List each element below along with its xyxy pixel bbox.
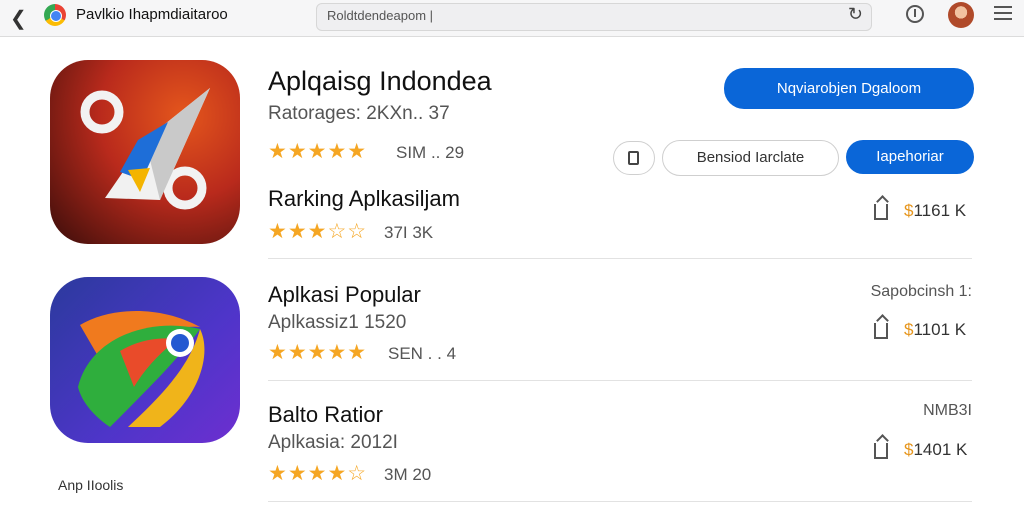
row-divider: [268, 501, 972, 502]
row-divider: [268, 380, 972, 381]
popular-rating-stars: ★★★★★: [268, 341, 368, 364]
popular-price: $1101 K: [904, 320, 966, 340]
url-text[interactable]: Roldtdendeapom |: [327, 8, 433, 23]
rocket-app-icon[interactable]: [50, 277, 240, 443]
tab-title[interactable]: Pavlkio Ihapmdiaitaroo: [76, 6, 228, 23]
ballo-title[interactable]: Balto Ratior: [268, 402, 383, 428]
outline-action-button[interactable]: Bensiod Iarclate: [662, 140, 839, 176]
popular-subtitle: Aplkassiz1 1520: [268, 312, 407, 333]
price-value: 1401 K: [913, 440, 968, 459]
chevron-left-icon[interactable]: ❮: [10, 6, 27, 31]
ranking-price: $1161 K: [904, 201, 966, 221]
ranking-rating-meta: 37I 3K: [384, 223, 434, 242]
share-icon[interactable]: [874, 323, 888, 339]
ballo-side-label: NMB3I: [923, 402, 972, 419]
featured-title[interactable]: Aplqaisg Indondea: [268, 66, 492, 97]
popular-rating-meta: SEN . . 4: [388, 344, 457, 363]
share-icon[interactable]: [874, 443, 888, 459]
price-value: 1161 K: [913, 201, 967, 220]
clipboard-icon[interactable]: [613, 141, 655, 175]
ballo-subtitle: Aplkasia: 2012I: [268, 432, 398, 453]
browser-toolbar: ❮ Pavlkio Ihapmdiaitaroo Roldtdendeapom …: [0, 0, 1024, 37]
featured-rating-meta: SIM .. 29: [396, 143, 465, 162]
popular-title[interactable]: Aplkasi Popular: [268, 282, 421, 308]
popular-side-label: Sapobcinsh 1:: [870, 283, 972, 300]
ranking-rating-stars: ★★★☆☆: [268, 220, 368, 243]
ranking-title[interactable]: Rarking Aplkasiljam: [268, 186, 460, 212]
row-divider: [268, 258, 972, 259]
compass-graphic: [80, 88, 210, 210]
primary-action-button[interactable]: Nqviarobjen Dgaloom: [724, 68, 974, 109]
menu-icon[interactable]: [994, 6, 1012, 20]
rocket-graphic: [78, 311, 205, 427]
footer-label: Anp IIoolis: [58, 477, 124, 493]
featured-subtitle: Ratorages: 2KXn.. 37: [268, 103, 450, 124]
ballo-price: $1401 K: [904, 440, 967, 460]
compass-app-icon[interactable]: [50, 60, 240, 244]
featured-rating-stars: ★★★★★: [268, 140, 368, 163]
info-icon[interactable]: [906, 5, 924, 23]
secondary-blue-button[interactable]: Iapehoriar: [846, 140, 974, 174]
reload-icon[interactable]: ↻: [848, 4, 863, 25]
browser-logo-icon: [44, 4, 66, 26]
address-bar[interactable]: Roldtdendeapom | ↻: [316, 3, 872, 31]
price-value: 1101 K: [913, 320, 967, 339]
ballo-rating-meta: 3M 20: [384, 465, 432, 484]
ballo-rating-stars: ★★★★☆: [268, 462, 368, 485]
share-icon[interactable]: [874, 204, 888, 220]
avatar[interactable]: [948, 2, 974, 28]
